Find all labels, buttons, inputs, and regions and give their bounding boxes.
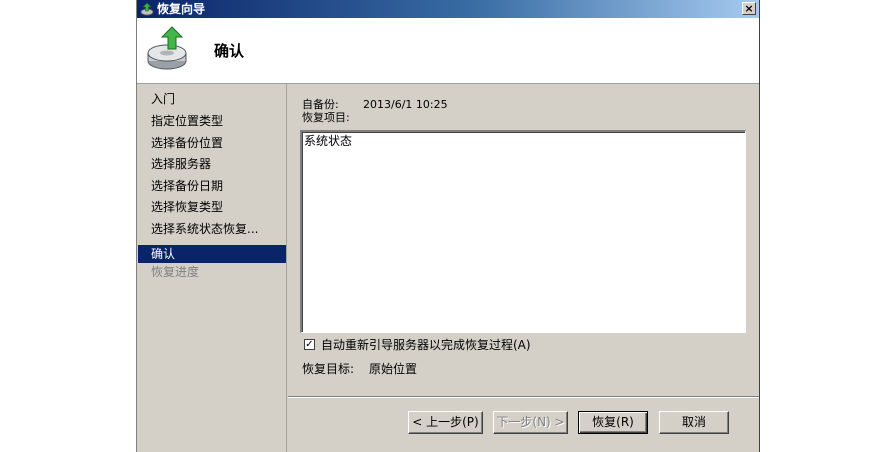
- wizard-app-icon: [140, 2, 154, 16]
- auto-reboot-checkbox[interactable]: ✓: [304, 339, 315, 350]
- title-bar[interactable]: 恢复向导 ×: [137, 0, 759, 18]
- restore-target-value: 原始位置: [369, 362, 418, 376]
- restore-button[interactable]: 恢复(R): [578, 411, 648, 434]
- nav-step-getting-started[interactable]: 入门: [138, 90, 286, 108]
- back-button[interactable]: < 上一步(P): [408, 411, 483, 434]
- restore-items-list[interactable]: 系统状态: [300, 130, 746, 333]
- backup-from-value: 2013/6/1 10:25: [363, 98, 448, 111]
- nav-step-location-type[interactable]: 指定位置类型: [138, 112, 286, 130]
- nav-step-select-server[interactable]: 选择服务器: [138, 155, 286, 173]
- cancel-button[interactable]: 取消: [659, 411, 729, 434]
- nav-step-recovery-type[interactable]: 选择恢复类型: [138, 198, 286, 216]
- nav-step-backup-location[interactable]: 选择备份位置: [138, 134, 286, 152]
- nav-step-system-state-recovery[interactable]: 选择系统状态恢复...: [138, 220, 286, 238]
- nav-step-confirmation[interactable]: 确认: [138, 245, 286, 263]
- wizard-step-list: 入门 指定位置类型 选择备份位置 选择服务器 选择备份日期 选择恢复类型 选择系…: [137, 84, 287, 452]
- checkmark-icon: ✓: [305, 339, 314, 350]
- page-title: 确认: [214, 42, 245, 60]
- restore-wizard-window: 恢复向导 × 确认 入门 指定位置类型 选择备份位置 选择服务器 选择备份日期 …: [136, 0, 760, 452]
- backup-restore-disk-icon: [147, 26, 187, 70]
- button-separator: [288, 396, 759, 398]
- nav-step-backup-date[interactable]: 选择备份日期: [138, 177, 286, 195]
- restore-items-label: 恢复项目:: [302, 111, 350, 124]
- nav-step-recovery-progress: 恢复进度: [151, 265, 200, 279]
- list-item[interactable]: 系统状态: [304, 133, 352, 149]
- close-icon: ×: [744, 2, 754, 15]
- close-button[interactable]: ×: [742, 2, 756, 15]
- restore-target-label: 恢复目标:: [302, 362, 355, 376]
- backup-from-label: 自备份:: [302, 98, 339, 111]
- next-button: 下一步(N) >: [493, 411, 568, 434]
- auto-reboot-label[interactable]: 自动重新引导服务器以完成恢复过程(A): [321, 338, 531, 352]
- window-title: 恢复向导: [157, 2, 206, 16]
- wizard-header: 确认: [137, 18, 759, 84]
